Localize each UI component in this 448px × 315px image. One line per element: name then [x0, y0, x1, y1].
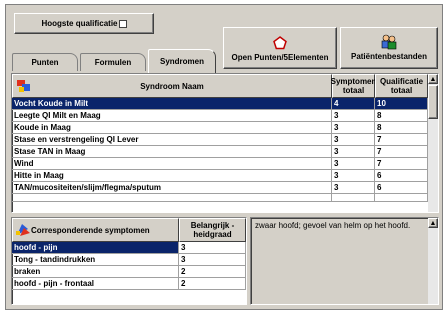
- syndrome-name: [12, 194, 332, 201]
- table-row[interactable]: Hitte in Maag 3 6: [12, 170, 428, 182]
- qualification-total: 8: [375, 110, 428, 121]
- syndromes-table[interactable]: Syndroom Naam Symptomen totaal Qualifica…: [11, 73, 439, 213]
- description-scrollbar[interactable]: ▲: [428, 218, 438, 304]
- syndrome-name: Hitte in Maag: [12, 170, 332, 181]
- scroll-thumb[interactable]: [428, 85, 438, 119]
- syndrome-name: Vocht Koude in Milt: [12, 98, 332, 109]
- tab-syndromen-label: Syndromen: [159, 57, 204, 66]
- qualification-total: 7: [375, 158, 428, 169]
- table-row[interactable]: Stase en verstrengeling QI Lever 3 7: [12, 134, 428, 146]
- symptom-count: 3: [332, 182, 375, 193]
- symptom-weight: 2: [179, 266, 246, 277]
- syndrome-name: TAN/mucositeiten/slijm/flegma/sputum: [12, 182, 332, 193]
- list-row[interactable]: Tong - tandindrukken 3: [12, 254, 246, 266]
- qualification-total: 7: [375, 146, 428, 157]
- table-row[interactable]: Stase TAN in Maag 3 7: [12, 146, 428, 158]
- qualification-total: 8: [375, 122, 428, 133]
- symptomen-totaal-label: Symptomen totaal: [330, 77, 377, 95]
- scroll-up-button[interactable]: ▲: [428, 74, 438, 84]
- symptom-description-text: zwaar hoofd; gevoel van helm op het hoof…: [255, 221, 411, 230]
- list-row[interactable]: hoofd - pijn - frontaal 2: [12, 278, 246, 290]
- symptoms-table[interactable]: Corresponderende symptomen Belangrijk - …: [11, 217, 247, 305]
- symptom-name: Tong - tandindrukken: [12, 254, 179, 265]
- tab-punten[interactable]: Punten: [12, 53, 78, 71]
- table-row-partial[interactable]: [12, 194, 428, 202]
- symptom-weight: 3: [179, 254, 246, 265]
- symptom-count: 3: [332, 122, 375, 133]
- symptom-weight: 2: [179, 278, 246, 289]
- patientenbestanden-label: Patiëntenbestanden: [350, 52, 427, 61]
- column-header-belangrijkheidgraad[interactable]: Belangrijk - heidgraad: [179, 218, 246, 242]
- patients-icon: [381, 34, 397, 50]
- symptom-count: 3: [332, 110, 375, 121]
- hoogste-qualificatie-label: Hoogste qualificatie: [41, 19, 118, 28]
- symptom-name: hoofd - pijn: [12, 242, 179, 253]
- open-punten-button[interactable]: Open Punten/5Elementen: [223, 27, 337, 69]
- syndromes-icon: [17, 80, 30, 92]
- syndromes-scrollbar[interactable]: ▲: [428, 74, 438, 212]
- symptom-count: 3: [332, 146, 375, 157]
- pentagon-icon: [273, 36, 287, 50]
- tab-syndromen[interactable]: Syndromen: [148, 49, 216, 73]
- syndrome-name: Wind: [12, 158, 332, 169]
- tab-punten-label: Punten: [31, 58, 59, 67]
- tab-formulen-label: Formulen: [94, 58, 132, 67]
- syndrome-name: Stase TAN in Maag: [12, 146, 332, 157]
- symptom-name: hoofd - pijn - frontaal: [12, 278, 179, 289]
- column-header-symptomen[interactable]: Symptomen totaal: [330, 74, 377, 98]
- syndrome-name: Stase en verstrengeling QI Lever: [12, 134, 332, 145]
- table-row[interactable]: Wind 3 7: [12, 158, 428, 170]
- symptom-name: braken: [12, 266, 179, 277]
- description-scroll-up[interactable]: ▲: [428, 218, 438, 228]
- patientenbestanden-button[interactable]: Patiëntenbestanden: [340, 27, 438, 69]
- hoogste-qualificatie-checkbox[interactable]: Hoogste qualificatie: [14, 13, 154, 34]
- symptom-count: 4: [332, 98, 375, 109]
- symptom-count: 3: [332, 158, 375, 169]
- list-row[interactable]: braken 2: [12, 266, 246, 278]
- column-header-syndroom-naam[interactable]: Syndroom Naam: [12, 74, 332, 98]
- qualification-total: 10: [375, 98, 428, 109]
- column-header-qualificatie[interactable]: Qualificatie totaal: [375, 74, 428, 98]
- checkbox-square[interactable]: [118, 19, 127, 28]
- qualification-total: 6: [375, 170, 428, 181]
- table-row[interactable]: TAN/mucositeiten/slijm/flegma/sputum 3 6: [12, 182, 428, 194]
- qualification-total: 7: [375, 134, 428, 145]
- belangrijkheidgraad-label: Belangrijk - heidgraad: [190, 221, 235, 239]
- qualificatie-totaal-label: Qualificatie totaal: [379, 77, 424, 95]
- symptom-description-field[interactable]: zwaar hoofd; gevoel van helm op het hoof…: [250, 217, 439, 305]
- table-row[interactable]: Koude in Maag 3 8: [12, 122, 428, 134]
- symptoms-icon: [16, 224, 30, 236]
- table-row[interactable]: Leegte QI Milt en Maag 3 8: [12, 110, 428, 122]
- main-window: Hoogste qualificatie Punten Formulen Syn…: [5, 4, 443, 310]
- symptom-weight: 3: [179, 242, 246, 253]
- symptom-count: 3: [332, 134, 375, 145]
- syndrome-name: Leegte QI Milt en Maag: [12, 110, 332, 121]
- qualification-total: [375, 194, 428, 201]
- column-header-corresponderende[interactable]: Corresponderende symptomen: [12, 218, 179, 242]
- list-row[interactable]: hoofd - pijn 3: [12, 242, 246, 254]
- symptom-count: [332, 194, 375, 201]
- open-punten-label: Open Punten/5Elementen: [231, 53, 329, 62]
- tab-formulen[interactable]: Formulen: [80, 53, 146, 71]
- qualification-total: 6: [375, 182, 428, 193]
- syndrome-name: Koude in Maag: [12, 122, 332, 133]
- corresponderende-symptomen-label: Corresponderende symptomen: [31, 225, 150, 235]
- table-row[interactable]: Vocht Koude in Milt 4 10: [12, 98, 428, 110]
- symptom-count: 3: [332, 170, 375, 181]
- syndroom-naam-label: Syndroom Naam: [140, 81, 204, 91]
